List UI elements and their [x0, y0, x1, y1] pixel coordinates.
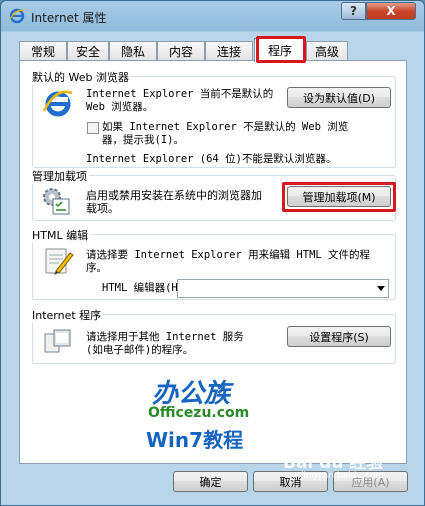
set-default-button[interactable]: 设为默认值(D): [287, 87, 391, 108]
baidu-url-watermark: jingyan.baidu.com: [301, 471, 385, 481]
ie-icon: [9, 8, 25, 24]
programs-panel: 默认的 Web 浏览器 Internet Explorer 当前不是默认的 We…: [19, 60, 407, 464]
dialog-window: Internet 属性 ? X 常规 安全 隐私 内容 连接 程序 高级 默认的…: [0, 0, 425, 506]
default-browser-line2: Web 浏览器。: [86, 101, 154, 113]
help-button[interactable]: ?: [341, 2, 366, 20]
ok-button[interactable]: 确定: [173, 471, 248, 492]
help-icon: ?: [350, 4, 357, 18]
tab-general[interactable]: 常规: [19, 41, 67, 61]
title-bar[interactable]: Internet 属性 ? X: [1, 1, 424, 31]
tab-security[interactable]: 安全: [67, 41, 109, 61]
checkbox-label-line1: 如果 Internet Explorer 不是默认的 Web 浏览: [102, 121, 349, 133]
close-icon: X: [386, 4, 396, 18]
tab-privacy[interactable]: 隐私: [109, 41, 157, 61]
highlight-manage-addons: [282, 182, 396, 212]
prompt-default-checkbox[interactable]: [87, 122, 99, 134]
internet-programs-line1: 请选择用于其他 Internet 服务: [86, 331, 244, 343]
close-button[interactable]: X: [366, 2, 416, 20]
window-title: Internet 属性: [31, 11, 107, 25]
ie-logo-icon: [42, 90, 73, 117]
watermark-sub: Win7教程: [146, 428, 244, 452]
html-line1: 请选择要 Internet Explorer 用来编辑 HTML 文件的程: [86, 249, 371, 261]
default-browser-line1: Internet Explorer 当前不是默认的: [86, 88, 274, 100]
internet-programs-line2: (如电子邮件)的程序。: [86, 344, 194, 356]
baidu-watermark: Bai du 经验: [283, 453, 384, 473]
group-label-internet-programs: Internet 程序: [30, 307, 104, 323]
addons-gear-icon: [43, 188, 70, 215]
highlight-programs-tab: [256, 36, 306, 63]
html-editor-icon: [45, 248, 74, 275]
addons-line1: 启用或禁用安装在系统中的浏览器加: [86, 189, 262, 202]
group-label-default-browser: 默认的 Web 浏览器: [30, 69, 131, 85]
group-label-html: HTML 编辑: [30, 227, 91, 243]
default-browser-note: Internet Explorer (64 位)不能是默认浏览器。: [86, 153, 337, 165]
group-label-addons: 管理加载项: [30, 168, 89, 184]
tab-advanced[interactable]: 高级: [306, 41, 348, 61]
html-editor-select[interactable]: [177, 279, 389, 298]
set-programs-button[interactable]: 设置程序(S): [287, 326, 391, 347]
addons-line2: 载项。: [86, 202, 119, 215]
tab-content[interactable]: 内容: [157, 41, 205, 61]
internet-programs-icon: [44, 329, 71, 353]
tab-connections[interactable]: 连接: [205, 41, 253, 61]
chevron-down-icon: [377, 286, 385, 291]
watermark-site: Officezu.com: [148, 405, 250, 421]
checkbox-label-line2: 器，提示我(I)。: [102, 134, 184, 146]
html-line2: 序。: [86, 262, 107, 274]
